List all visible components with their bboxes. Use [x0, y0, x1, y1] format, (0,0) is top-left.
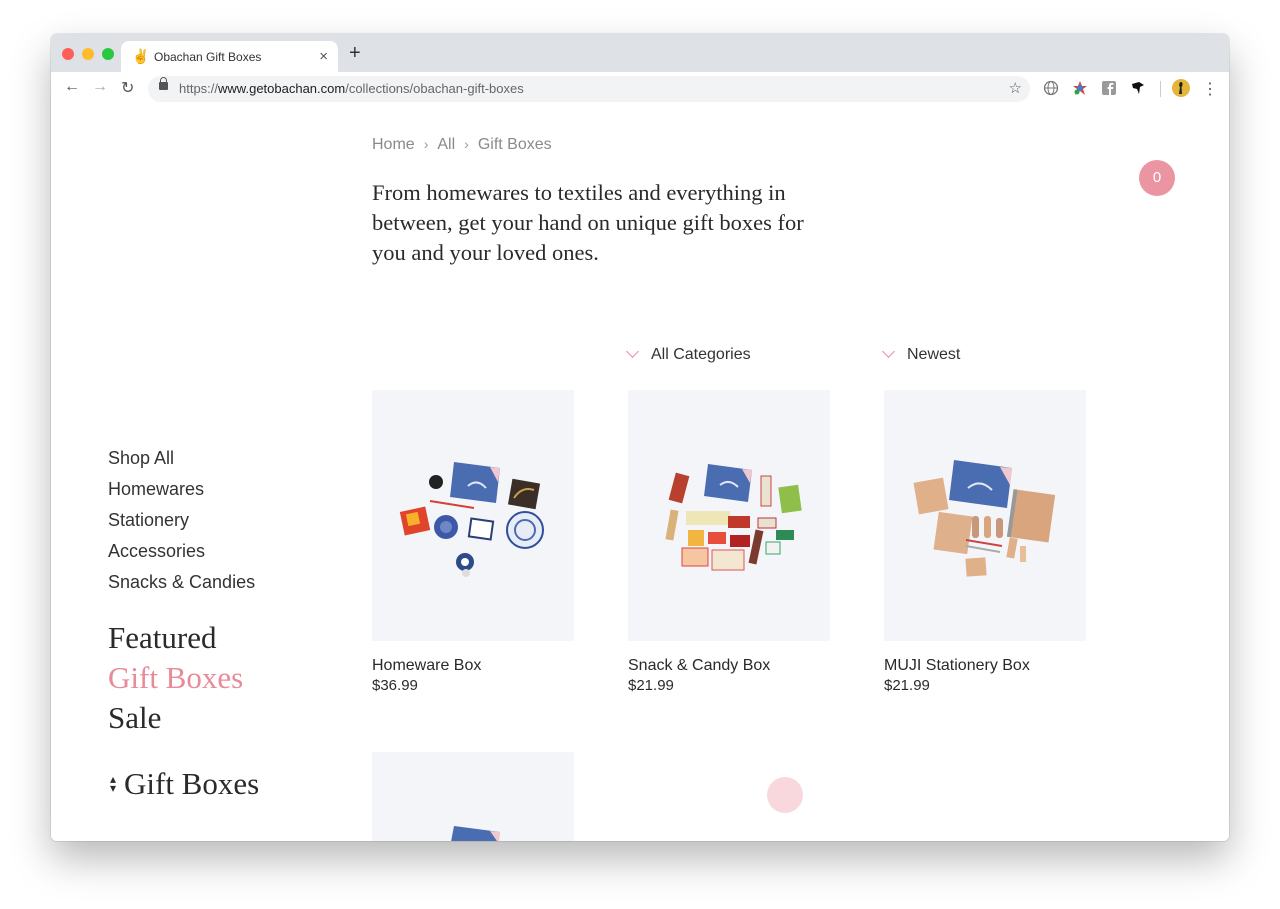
breadcrumb: Home › All › Gift Boxes	[372, 136, 552, 154]
gift-box-illustration	[451, 826, 500, 841]
victory-hand-icon: ✌	[132, 48, 150, 64]
product-price: $21.99	[628, 677, 674, 694]
browser-toolbar: ← → ↻ https://www.getobachan.com/collect…	[51, 72, 1229, 107]
browser-titlebar: ✌ Obachan Gift Boxes × +	[51, 34, 1229, 72]
back-icon[interactable]: ←	[64, 78, 80, 96]
sidebar-item-sale[interactable]: Sale	[108, 698, 255, 738]
category-filter[interactable]: All Categories	[626, 345, 751, 364]
breadcrumb-current[interactable]: Gift Boxes	[478, 136, 552, 153]
chevron-down-icon	[882, 345, 895, 358]
product-card[interactable]: MUJI Stationery Box $21.99	[884, 390, 1086, 694]
forward-icon[interactable]: →	[92, 78, 108, 96]
browser-window: ✌ Obachan Gift Boxes × + ← → ↻ https://w…	[51, 34, 1229, 841]
product-image-muji-stationery-box[interactable]	[884, 390, 1086, 641]
product-card[interactable]: Homeware Box $36.99	[372, 390, 574, 694]
chevron-down-icon	[626, 345, 639, 358]
product-name[interactable]: Homeware Box	[372, 657, 574, 675]
product-price: $36.99	[372, 677, 418, 694]
loading-indicator	[767, 777, 803, 813]
bookmark-star-icon[interactable]: ☆	[1009, 79, 1022, 97]
profile-avatar[interactable]	[1172, 79, 1190, 97]
maximize-window-button[interactable]	[102, 48, 114, 60]
snack-candy-box-illustration	[665, 464, 802, 571]
browser-menu-icon[interactable]: ⋮	[1202, 79, 1218, 99]
facebook-extension-icon[interactable]	[1101, 80, 1117, 96]
sidebar-item-accessories[interactable]: Accessories	[108, 536, 255, 567]
product-name[interactable]: MUJI Stationery Box	[884, 657, 1086, 675]
toolbar-divider	[1160, 81, 1161, 97]
tab-close-icon[interactable]: ×	[319, 48, 328, 65]
product-image-partial[interactable]	[372, 752, 574, 841]
sort-arrows-icon: ▴ ▾	[109, 771, 117, 795]
sidebar-item-snacks-candies[interactable]: Snacks & Candies	[108, 567, 255, 598]
product-card[interactable]: Snack & Candy Box $21.99	[628, 390, 830, 694]
product-price: $21.99	[884, 677, 930, 694]
breadcrumb-separator: ›	[464, 136, 469, 152]
collection-description: From homewares to textiles and everythin…	[372, 180, 804, 265]
cart-count-button[interactable]: 0	[1139, 160, 1175, 196]
sidebar-item-featured[interactable]: Featured	[108, 618, 255, 658]
breadcrumb-all[interactable]: All	[437, 136, 455, 153]
sidebar-item-gift-boxes[interactable]: Gift Boxes	[108, 658, 255, 698]
browser-tab[interactable]: ✌ Obachan Gift Boxes ×	[121, 41, 338, 72]
color-extension-icon[interactable]	[1072, 80, 1088, 96]
product-image-homeware-box[interactable]	[372, 390, 574, 641]
sort-filter-label: Newest	[907, 346, 961, 363]
address-bar[interactable]: https://www.getobachan.com/collections/o…	[148, 76, 1030, 102]
product-image-snack-candy-box[interactable]	[628, 390, 830, 641]
sidebar-nav: Shop All Homewares Stationery Accessorie…	[108, 443, 255, 738]
minimize-window-button[interactable]	[82, 48, 94, 60]
sort-filter[interactable]: Newest	[882, 345, 961, 364]
new-tab-button[interactable]: +	[349, 43, 361, 63]
sidebar-item-stationery[interactable]: Stationery	[108, 505, 255, 536]
page-content: Home › All › Gift Boxes From homewares to te…	[51, 106, 1229, 841]
url-text: https://www.getobachan.com/collections/o…	[179, 81, 524, 96]
category-filter-label: All Categories	[651, 346, 751, 363]
collection-selector-label: Gift Boxes	[124, 766, 260, 801]
product-name[interactable]: Snack & Candy Box	[628, 657, 830, 675]
collection-selector[interactable]: ▴ ▾ Gift Boxes	[108, 766, 259, 802]
tab-title: Obachan Gift Boxes	[154, 50, 262, 64]
muji-stationery-box-illustration	[913, 460, 1056, 577]
sidebar-item-homewares[interactable]: Homewares	[108, 474, 255, 505]
lock-icon	[159, 77, 168, 90]
breadcrumb-separator: ›	[423, 136, 429, 152]
close-window-button[interactable]	[62, 48, 74, 60]
breadcrumb-home[interactable]: Home	[372, 136, 415, 153]
reload-icon[interactable]: ↻	[121, 78, 134, 98]
globe-extension-icon[interactable]	[1043, 80, 1059, 96]
bird-extension-icon[interactable]	[1130, 80, 1146, 96]
homeware-box-illustration	[399, 462, 544, 577]
sidebar-item-shop-all[interactable]: Shop All	[108, 443, 255, 474]
